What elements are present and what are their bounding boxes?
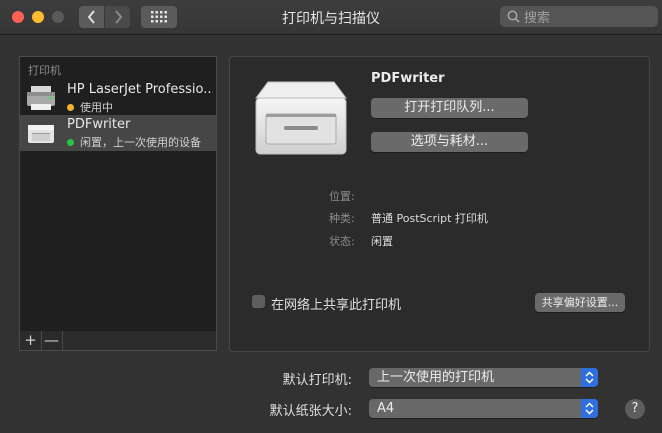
printer-status: 闲置，上一次使用的设备	[80, 136, 201, 149]
printer-list-item-pdfwriter[interactable]: PDFwriter 闲置，上一次使用的设备	[20, 115, 216, 151]
chevron-up-down-icon	[581, 399, 598, 418]
printer-detail-panel: PDFwriter 打开打印队列... 选项与耗材... 位置: 种类: 普通 …	[229, 56, 650, 352]
printer-status: 使用中	[80, 101, 113, 114]
options-supplies-button[interactable]: 选项与耗材...	[371, 132, 528, 152]
printer-list-item-hp[interactable]: HP LaserJet Professio... 使用中	[20, 80, 216, 116]
printer-icon	[27, 86, 55, 110]
search-field[interactable]: 搜索	[500, 6, 658, 27]
default-printer-label: 默认打印机:	[282, 373, 352, 388]
remove-printer-button[interactable]: —	[41, 331, 63, 350]
status-dot	[67, 139, 74, 146]
selected-printer-name: PDFwriter	[371, 71, 445, 86]
status-label: 状态:	[329, 235, 355, 248]
printer-illustration	[255, 81, 347, 155]
printer-list-header: 打印机	[28, 64, 61, 77]
open-print-queue-button[interactable]: 打开打印队列...	[371, 98, 528, 118]
default-printer-value: 上一次使用的打印机	[377, 370, 495, 385]
share-printer-checkbox[interactable]	[252, 295, 265, 308]
printer-list-toolbar: + —	[19, 331, 217, 351]
default-paper-size-value: A4	[377, 401, 395, 416]
printer-name: PDFwriter	[67, 117, 131, 132]
printer-name: HP LaserJet Professio...	[67, 82, 213, 97]
default-paper-size-label: 默认纸张大小:	[269, 404, 352, 419]
printer-list[interactable]: 打印机 HP LaserJet Professio... 使用中 PDFwrit…	[19, 56, 217, 332]
status-value: 闲置	[371, 235, 393, 248]
help-button[interactable]: ?	[625, 399, 645, 419]
search-placeholder: 搜索	[524, 11, 551, 26]
chevron-up-down-icon	[581, 368, 598, 387]
location-label: 位置:	[329, 190, 355, 203]
status-dot	[67, 104, 74, 111]
kind-value: 普通 PostScript 打印机	[371, 212, 488, 225]
default-printer-popup[interactable]: 上一次使用的打印机	[369, 368, 598, 387]
default-paper-size-popup[interactable]: A4	[369, 399, 598, 418]
sharing-preferences-button[interactable]: 共享偏好设置...	[535, 293, 625, 312]
printer-icon	[28, 125, 54, 143]
search-icon	[507, 10, 520, 23]
add-printer-button[interactable]: +	[20, 331, 42, 350]
title-bar: 打印机与扫描仪 搜索	[0, 0, 662, 35]
kind-label: 种类:	[329, 212, 355, 225]
share-printer-label[interactable]: 在网络上共享此打印机	[271, 294, 401, 313]
